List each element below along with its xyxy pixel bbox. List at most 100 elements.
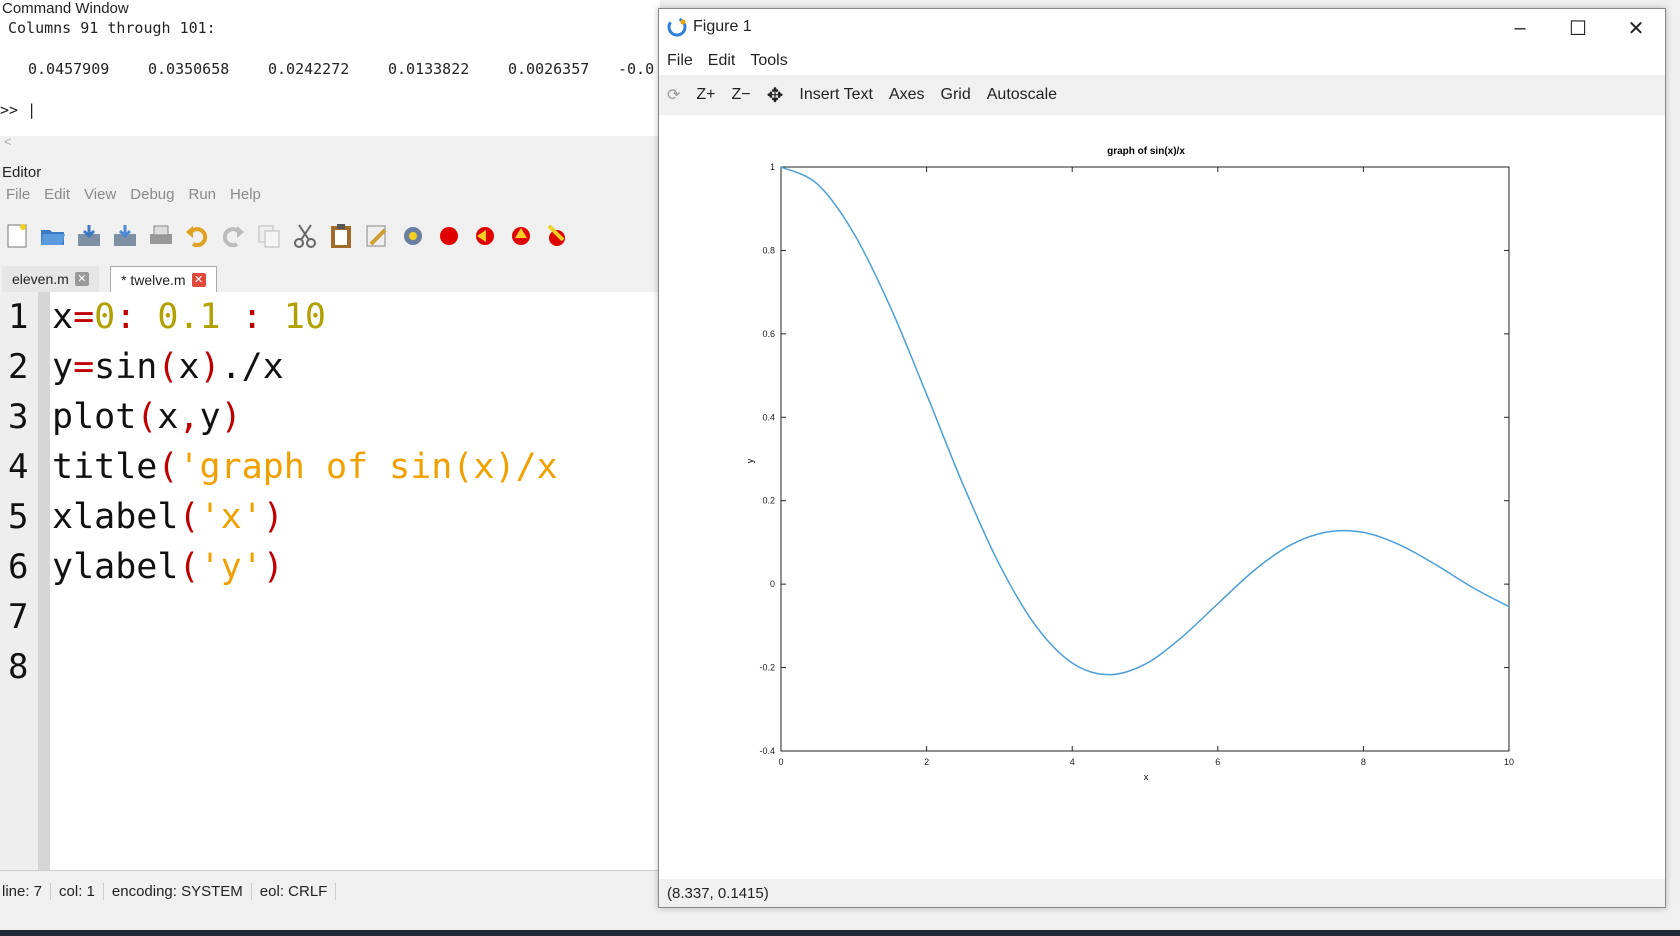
new-file-icon[interactable] — [2, 221, 32, 251]
line-number: 3 — [8, 397, 29, 437]
code-token: ( — [136, 397, 158, 437]
output-value: 0.0133822 — [388, 60, 470, 78]
code-line[interactable]: x=0: 0.1 : 10 — [52, 292, 326, 342]
editor-statusbar: line: 7 col: 1 encoding: SYSTEM eol: CRL… — [0, 870, 660, 911]
step-out-icon[interactable] — [506, 221, 536, 251]
command-window[interactable]: Command Window Columns 91 through 101: 0… — [0, 0, 660, 140]
y-tick-label: 0.4 — [762, 412, 775, 422]
code-token: 'x' — [199, 497, 263, 537]
figure-statusbar: (8.337, 0.1415) — [659, 879, 1665, 907]
paste-icon[interactable] — [326, 221, 356, 251]
figure-window[interactable]: Figure 1 – ☐ ✕ File Edit Tools ⟳ Z+ Z− ✥… — [658, 8, 1666, 908]
pan-icon[interactable]: ✥ — [759, 83, 792, 108]
code-token: 'y' — [199, 547, 263, 587]
command-prompt[interactable]: >> | — [0, 101, 36, 119]
y-tick-label: -0.2 — [759, 663, 775, 673]
code-token: : — [241, 297, 263, 337]
line-number: 1 — [8, 297, 29, 337]
line-number: 8 — [8, 647, 29, 687]
close-icon[interactable]: ✕ — [74, 272, 89, 286]
find-icon[interactable] — [362, 221, 392, 251]
step-in-icon[interactable] — [470, 221, 500, 251]
close-icon[interactable]: ✕ — [1607, 9, 1665, 47]
command-window-scrollbar[interactable]: < — [0, 134, 660, 150]
code-token: ylabel — [52, 547, 179, 587]
code-token: 'graph of sin(x)/x — [178, 447, 558, 487]
x-tick-label: 6 — [1215, 757, 1220, 767]
figure-menu-edit[interactable]: Edit — [700, 52, 743, 70]
line-number: 2 — [8, 347, 29, 387]
figure-title: Figure 1 — [693, 18, 752, 35]
x-axis-label: x — [1144, 772, 1149, 782]
save-as-icon[interactable] — [110, 221, 140, 251]
minimize-icon[interactable]: – — [1491, 9, 1549, 47]
figure-menu-file[interactable]: File — [659, 52, 700, 70]
line-number: 5 — [8, 497, 29, 537]
y-tick-label: 0.2 — [762, 496, 775, 506]
rotate-icon[interactable]: ⟳ — [659, 85, 688, 105]
copy-icon[interactable] — [254, 221, 284, 251]
zoom-out-button[interactable]: Z− — [724, 86, 759, 104]
editor-menu-help[interactable]: Help — [224, 186, 269, 208]
editor-menu-view[interactable]: View — [78, 186, 124, 208]
code-token: sin — [94, 347, 158, 387]
code-token: ( — [157, 447, 179, 487]
tab-label: eleven.m — [12, 271, 69, 287]
zoom-in-button[interactable]: Z+ — [688, 86, 723, 104]
editor-menu-file[interactable]: File — [0, 186, 38, 208]
close-icon[interactable]: ✕ — [191, 273, 206, 287]
tab-twelve[interactable]: * twelve.m ✕ — [110, 266, 217, 293]
code-token: = — [73, 297, 95, 337]
code-line[interactable]: title('graph of sin(x)/x — [52, 442, 558, 492]
editor-toolbar — [2, 216, 578, 256]
maximize-icon[interactable]: ☐ — [1549, 9, 1607, 47]
editor-menu-run[interactable]: Run — [182, 186, 224, 208]
code-line[interactable]: xlabel('x') — [52, 492, 284, 542]
undo-icon[interactable] — [182, 221, 212, 251]
axes-button[interactable]: Axes — [881, 86, 933, 104]
line-number: 6 — [8, 547, 29, 587]
code-token: x — [52, 297, 74, 337]
grid-button[interactable]: Grid — [933, 86, 979, 104]
fold-margin — [38, 292, 50, 870]
figure-titlebar[interactable]: Figure 1 – ☐ ✕ — [659, 9, 1665, 47]
code-token: y — [52, 347, 74, 387]
code-token: ( — [178, 497, 200, 537]
cut-icon[interactable] — [290, 221, 320, 251]
settings-icon[interactable] — [398, 221, 428, 251]
open-folder-icon[interactable] — [38, 221, 68, 251]
redo-icon[interactable] — [218, 221, 248, 251]
breakpoint-icon[interactable] — [434, 221, 464, 251]
code-token: 0.1 — [136, 297, 242, 337]
figure-menubar: File Edit Tools — [659, 47, 1665, 75]
tab-eleven[interactable]: eleven.m ✕ — [2, 266, 99, 292]
code-line[interactable]: y=sin(x)./x — [52, 342, 284, 392]
figure-menu-tools[interactable]: Tools — [742, 52, 794, 70]
plot-svg[interactable]: graph of sin(x)/x 0 2 4 6 8 10 -0.4 -0.2 0 0.2 0.4… — [659, 115, 1665, 879]
editor-menubar: File Edit View Debug Run Help — [0, 186, 269, 208]
command-output-values: 0.0457909 0.0350658 0.0242272 0.0133822 … — [8, 60, 658, 78]
code-token: x — [178, 347, 200, 387]
series-line — [780, 166, 1510, 676]
code-line[interactable]: ylabel('y') — [52, 542, 284, 592]
scroll-left-icon[interactable]: < — [4, 134, 12, 149]
figure-canvas[interactable]: graph of sin(x)/x 0 2 4 6 8 10 -0.4 -0.2 0 0.2 0.4… — [659, 115, 1665, 891]
code-token: ( — [178, 547, 200, 587]
code-token: , — [178, 397, 200, 437]
code-editor[interactable]: 1 2 3 4 5 6 7 8 x=0: 0.1 : 10 y=sin(x)./x… — [0, 292, 660, 870]
save-icon[interactable] — [74, 221, 104, 251]
code-line[interactable]: plot(x,y) — [52, 392, 242, 442]
autoscale-button[interactable]: Autoscale — [979, 86, 1065, 104]
status-line: line: 7 — [0, 882, 52, 900]
editor-menu-debug[interactable]: Debug — [124, 186, 182, 208]
x-tick-label: 4 — [1070, 757, 1075, 767]
status-col: col: 1 — [57, 882, 104, 900]
x-tick-label: 0 — [778, 757, 783, 767]
line-number: 4 — [8, 447, 29, 487]
clear-icon[interactable] — [542, 221, 572, 251]
output-value: 0.0457909 — [28, 60, 110, 78]
editor-menu-edit[interactable]: Edit — [38, 186, 78, 208]
print-icon[interactable] — [146, 221, 176, 251]
octave-logo-icon — [667, 17, 687, 41]
insert-text-button[interactable]: Insert Text — [791, 86, 881, 104]
